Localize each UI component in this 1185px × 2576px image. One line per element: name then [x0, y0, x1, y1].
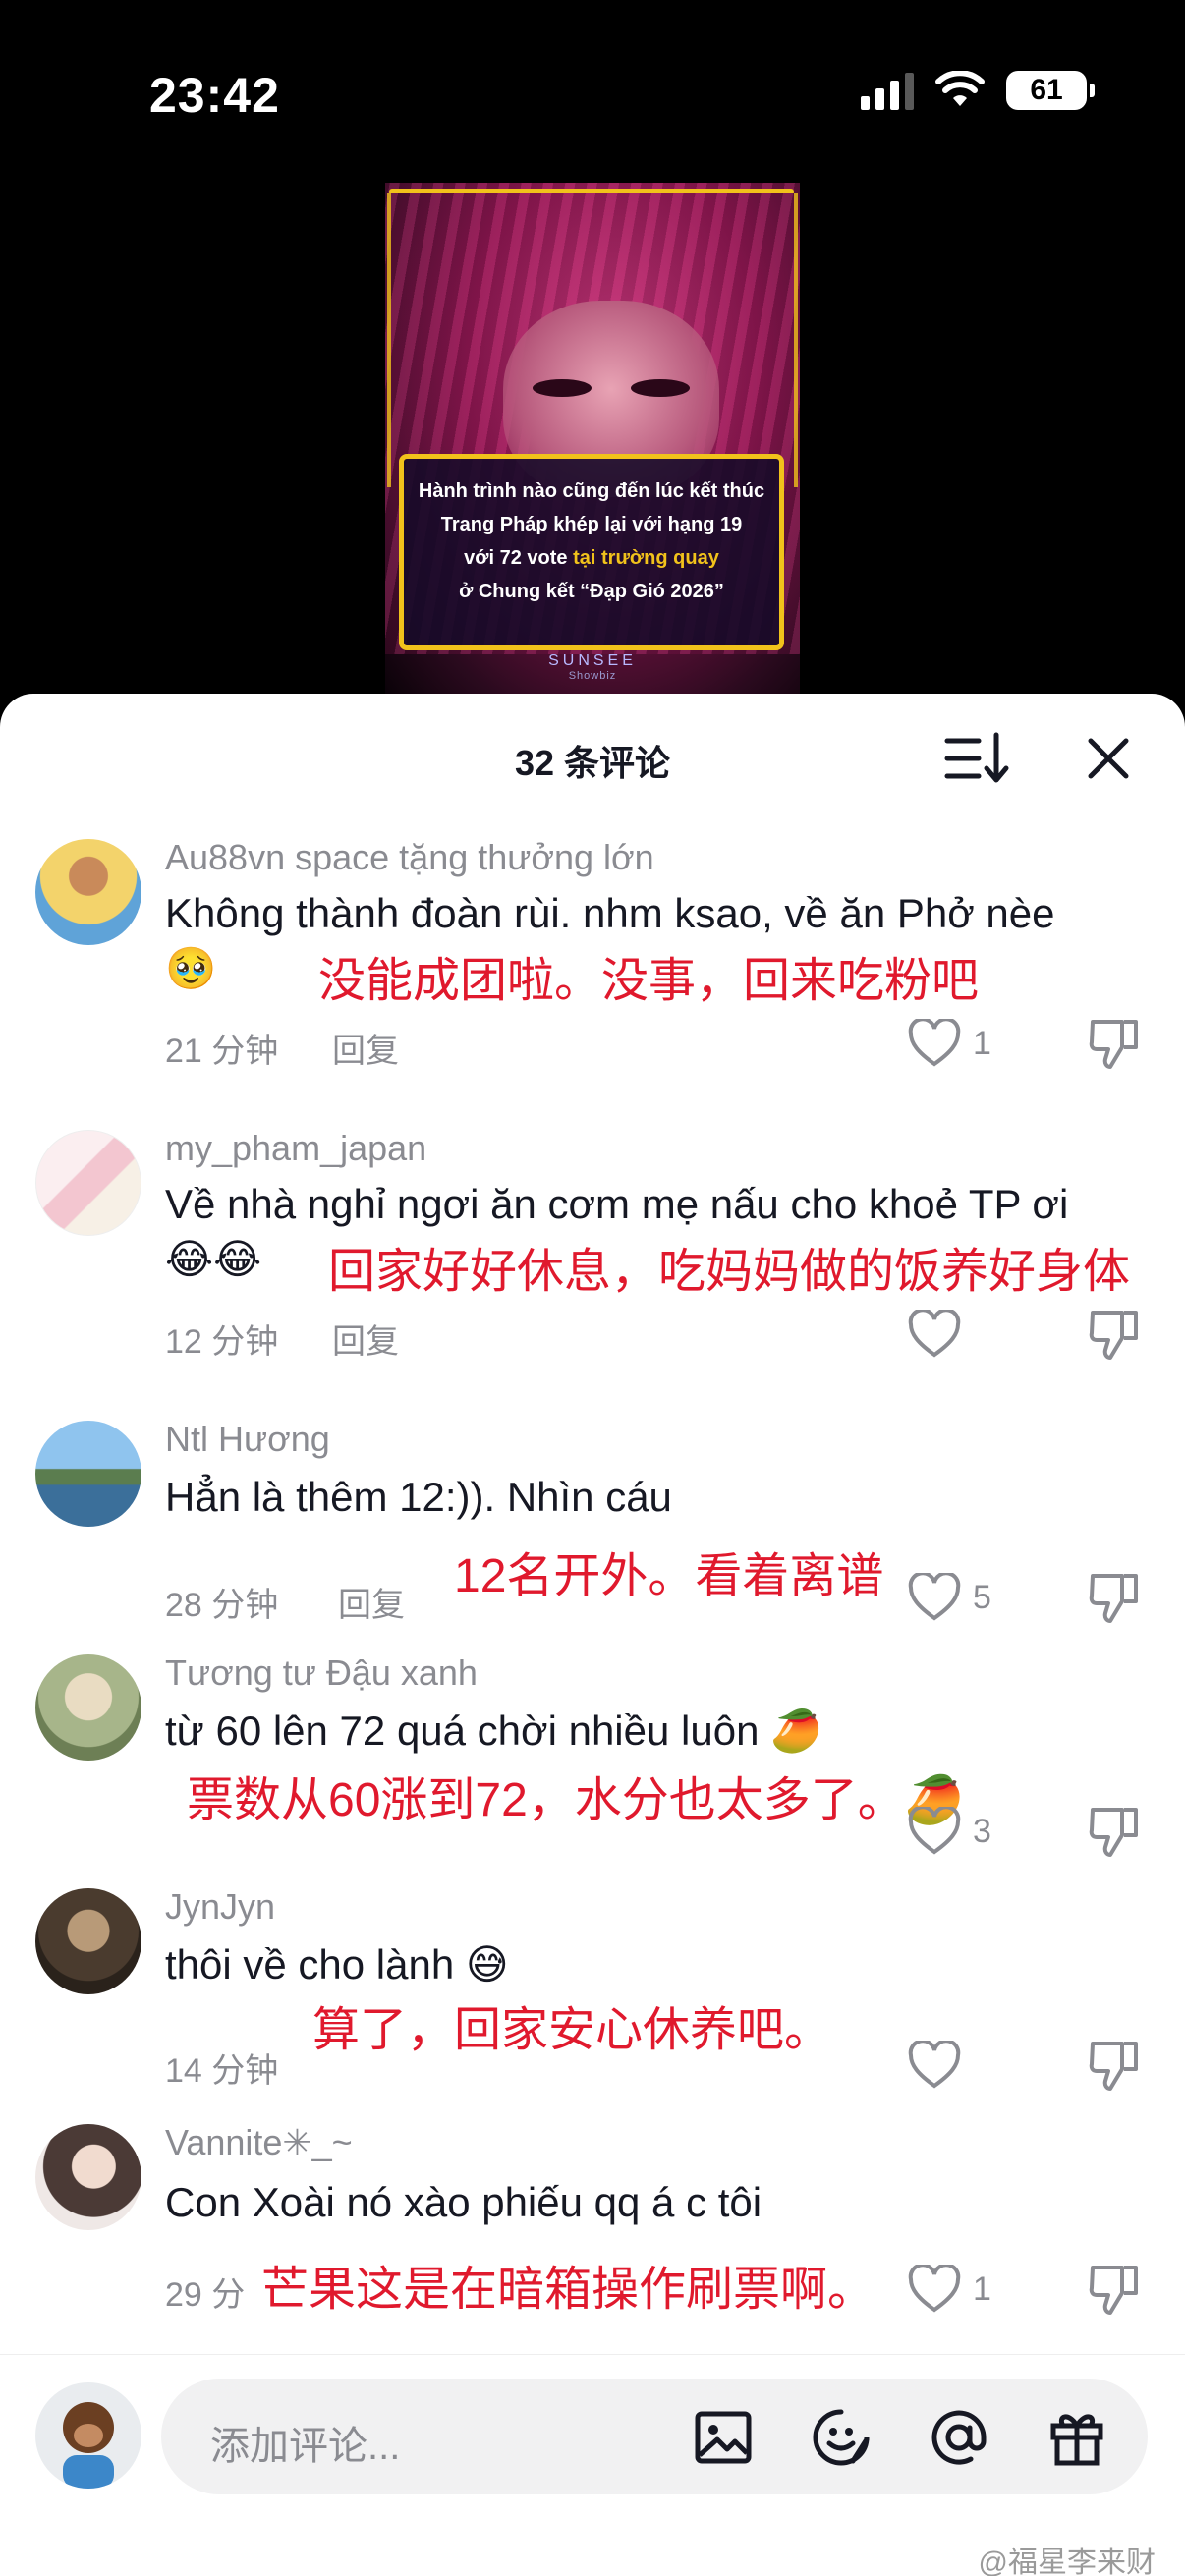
reply-button[interactable]: 回复	[332, 1315, 399, 1363]
video-frame-border	[387, 193, 391, 487]
reply-button[interactable]: 回复	[332, 1024, 399, 1072]
reply-button[interactable]: 回复	[338, 1578, 405, 1626]
video-caption-line: Hành trình nào cũng đến lúc kết thúc	[418, 480, 765, 502]
heart-icon	[908, 1573, 961, 1621]
comment-translation: 12名开外。看着离谱	[454, 1550, 884, 1602]
comment-item: Tương tư Đậu xanh từ 60 lên 72 quá chời …	[0, 1635, 1185, 1871]
video-caption-line: Trang Pháp khép lại với hạng 19	[440, 514, 743, 535]
dislike-icon[interactable]	[1085, 2036, 1144, 2095]
heart-icon	[908, 1807, 961, 1855]
comment-text: Hẳn là thêm 12:)). Nhìn cáu	[165, 1474, 672, 1520]
video-caption-box: Hành trình nào cũng đến lúc kết thúc Tra…	[399, 454, 784, 650]
comment-text: từ 60 lên 72 quá chời nhiều luôn 🥭	[165, 1708, 822, 1754]
status-bar: 23:42 61	[0, 0, 1185, 177]
video-caption-line: ở Chung kết “Đạp Gió 2026”	[459, 581, 724, 602]
comment-text: Con Xoài nó xào phiếu qq á c tôi	[165, 2179, 762, 2225]
sort-icon[interactable]	[943, 729, 1012, 788]
avatar[interactable]	[35, 1130, 141, 1236]
comment-time: 29 分	[165, 2276, 246, 2314]
comment-username[interactable]: JynJyn	[165, 1886, 275, 1928]
comment-item: JynJyn thôi về cho lành 😅 算了，回家安心休养吧。 14…	[0, 1869, 1185, 2104]
like-button[interactable]	[908, 2036, 1026, 2095]
video-frame-eye	[631, 379, 690, 397]
like-button[interactable]	[908, 1305, 1026, 1364]
gift-icon[interactable]	[1045, 2406, 1108, 2469]
comment-input-placeholder: 添加评论...	[210, 2425, 401, 2468]
emoji-icon[interactable]	[810, 2406, 873, 2469]
monkey-avatar-icon	[63, 2402, 114, 2489]
like-button[interactable]: 5	[908, 1568, 1026, 1627]
comment-item: my_pham_japan Về nhà nghỉ ngơi ăn cơm mẹ…	[0, 1110, 1185, 1361]
comment-time: 12 分钟	[165, 1323, 279, 1361]
comment-text: thôi về cho lành 😅	[165, 1941, 509, 1988]
video-frame-eye	[533, 379, 592, 397]
comment-username[interactable]: Vannite✳︎_~	[165, 2122, 353, 2163]
dislike-icon[interactable]	[1085, 1305, 1144, 1364]
like-button[interactable]: 1	[908, 2260, 1026, 2319]
video-frame-border	[389, 189, 794, 195]
video-caption-line: với 72 vote tại trường quay	[412, 541, 771, 575]
video-brand-sub: Showbiz	[568, 670, 617, 682]
dislike-icon[interactable]	[1085, 1802, 1144, 1861]
video-player[interactable]: Hành trình nào cũng đến lúc kết thúc Tra…	[385, 183, 800, 694]
watermark: @福星李来财	[978, 2547, 1156, 2576]
dislike-icon[interactable]	[1085, 2260, 1144, 2319]
avatar[interactable]	[35, 1888, 141, 1994]
avatar[interactable]	[35, 2124, 141, 2230]
image-icon[interactable]	[692, 2406, 755, 2469]
dislike-icon[interactable]	[1085, 1568, 1144, 1627]
video-caption-highlight: tại trường quay	[573, 547, 719, 569]
video-frame-border	[794, 193, 798, 487]
avatar[interactable]	[35, 839, 141, 945]
comment-translation: 没能成团啦。没事，回来吃粉吧	[318, 955, 980, 1007]
video-brand-logo: SUNSEE Showbiz	[385, 652, 800, 682]
video-brand-name: SUNSEE	[548, 652, 637, 669]
close-icon[interactable]	[1079, 729, 1138, 788]
mention-icon[interactable]	[928, 2406, 990, 2469]
comment-time: 14 分钟	[165, 2052, 279, 2090]
comment-username[interactable]: Tương tư Đậu xanh	[165, 1652, 478, 1694]
avatar[interactable]	[35, 1421, 141, 1527]
cellular-signal-icon	[861, 71, 914, 110]
comment-input[interactable]: 添加评论...	[161, 2379, 1148, 2494]
comment-translation: 算了，回家安心休养吧。	[312, 2004, 832, 2056]
status-time: 23:42	[149, 68, 280, 123]
comment-translation: 票数从60涨到72，水分也太多了。🥭	[187, 1774, 964, 1826]
like-button[interactable]: 3	[908, 1802, 1026, 1861]
like-count: 1	[973, 2269, 991, 2308]
comment-sheet: 32 条评论 Au88vn space tặng thưởng lớn Khôn…	[0, 694, 1185, 2576]
like-count: 1	[973, 1024, 991, 1062]
comment-item: Au88vn space tặng thưởng lớn Không thành…	[0, 817, 1185, 1070]
comment-translation: 回家好好休息，吃妈妈做的饭养好身体	[328, 1246, 1131, 1298]
comment-time: 21 分钟	[165, 1033, 279, 1070]
battery-level: 61	[1030, 74, 1063, 106]
comment-sheet-header: 32 条评论	[0, 694, 1185, 817]
battery-indicator: 61	[1006, 71, 1095, 110]
status-icons: 61	[861, 71, 1095, 110]
like-count: 3	[973, 1812, 991, 1850]
comment-time: 28 分钟	[165, 1587, 279, 1624]
comment-username[interactable]: my_pham_japan	[165, 1128, 426, 1169]
heart-icon	[908, 1310, 961, 1358]
video-caption-text: với 72 vote	[464, 547, 574, 569]
heart-icon	[908, 1019, 961, 1067]
avatar[interactable]	[35, 1654, 141, 1761]
current-user-avatar[interactable]	[35, 2382, 141, 2489]
heart-icon	[908, 2265, 961, 2313]
comment-input-bar: 添加评论... @福星李来财	[0, 2354, 1185, 2576]
comment-username[interactable]: Au88vn space tặng thưởng lớn	[165, 837, 654, 878]
comment-item: Vannite✳︎_~ Con Xoài nó xào phiếu qq á c…	[0, 2102, 1185, 2338]
like-button[interactable]: 1	[908, 1014, 1026, 1073]
heart-icon	[908, 2041, 961, 2089]
comment-translation: 芒果这是在暗箱操作刷票啊。	[261, 2264, 875, 2316]
like-count: 5	[973, 1578, 991, 1616]
dislike-icon[interactable]	[1085, 1014, 1144, 1073]
comment-username[interactable]: Ntl Hương	[165, 1419, 330, 1460]
comment-item: Ntl Hương Hẳn là thêm 12:)). Nhìn cáu 12…	[0, 1401, 1185, 1637]
wifi-icon	[935, 71, 985, 106]
